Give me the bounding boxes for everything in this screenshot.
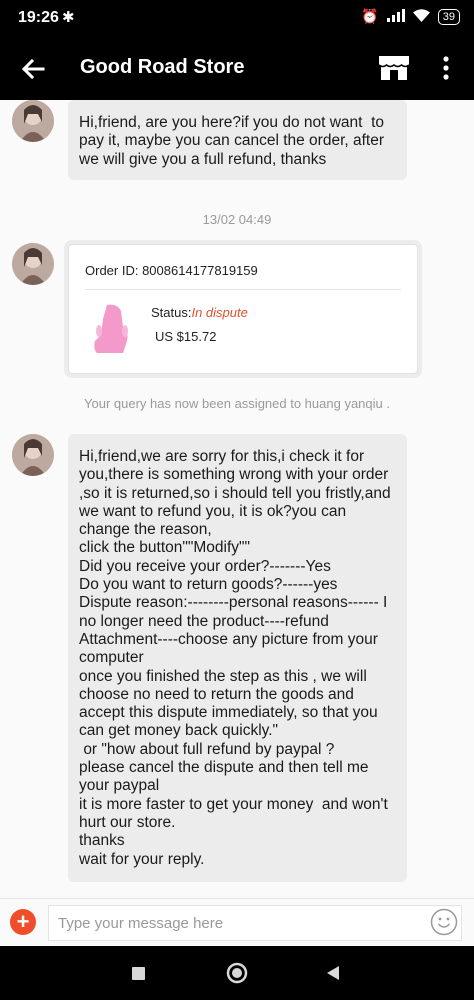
recents-icon[interactable] [132, 967, 145, 980]
status-bar: 19:26 ✱ ⏰ 39 [0, 0, 474, 36]
signal-icon [386, 8, 405, 25]
back-triangle-icon[interactable] [325, 965, 341, 981]
status-icons: ⏰ 39 [361, 8, 460, 25]
avatar[interactable] [12, 434, 54, 476]
order-card[interactable]: Order ID: 8008614177819159 Status:In dis… [68, 244, 418, 374]
battery-icon: 39 [437, 8, 460, 25]
order-price: US $15.72 [155, 329, 217, 344]
avatar[interactable] [12, 243, 54, 285]
store-icon[interactable] [378, 54, 410, 82]
more-vert-icon[interactable] [436, 54, 456, 82]
status-value: In dispute [191, 305, 248, 320]
message-bubble: Hi,friend, are you here?if you do not wa… [68, 100, 407, 180]
emoji-icon[interactable] [430, 908, 458, 936]
order-id: Order ID: 8008614177819159 [85, 263, 258, 278]
status-time: 19:26 [18, 9, 59, 26]
product-thumbnail[interactable] [89, 301, 135, 357]
divider [85, 289, 401, 290]
message-composer: + [0, 898, 474, 947]
app-bar: Good Road Store [0, 36, 474, 100]
alarm-icon: ⏰ [361, 8, 379, 24]
message-bubble: Hi,friend,we are sorry for this,i check … [68, 434, 407, 882]
page-title: Good Road Store [80, 56, 245, 78]
message-text: Hi,friend,we are sorry for this,i check … [79, 448, 391, 868]
message-timestamp: 13/02 04:49 [202, 212, 272, 227]
system-nav-bar [0, 946, 474, 1000]
home-icon[interactable] [226, 962, 248, 984]
system-notice: Your query has now been assigned to huan… [84, 396, 390, 411]
bluetooth-icon: ✱ [62, 9, 75, 26]
plus-icon[interactable]: + [10, 909, 36, 935]
back-arrow-icon[interactable] [18, 54, 48, 84]
message-text: Hi,friend, are you here?if you do not wa… [79, 114, 389, 168]
wifi-icon [412, 8, 430, 25]
status-label: Status: [151, 305, 192, 320]
message-input[interactable] [48, 905, 462, 941]
avatar[interactable] [12, 100, 54, 142]
order-status: Status:In dispute [151, 305, 248, 320]
